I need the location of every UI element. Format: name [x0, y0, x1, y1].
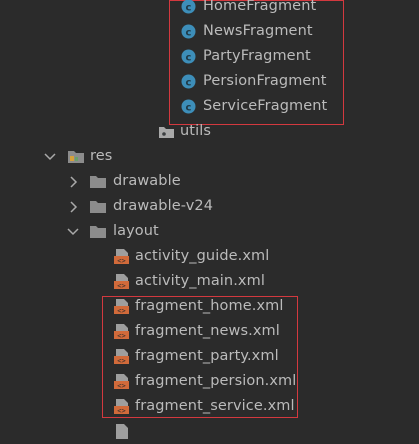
svg-text:<>: <> [117, 332, 125, 340]
chevron-down-icon[interactable] [43, 150, 57, 164]
svg-text:c: c [186, 3, 192, 14]
svg-text:c: c [186, 78, 192, 89]
tree-item-fragment-service-xml[interactable]: <> fragment_service.xml [0, 394, 419, 419]
folder-icon [89, 174, 107, 193]
svg-text:<>: <> [117, 407, 125, 415]
tree-item-fragment-home-xml[interactable]: <> fragment_home.xml [0, 294, 419, 319]
tree-item-news-fragment[interactable]: c NewsFragment [0, 19, 419, 44]
tree-item-label: activity_guide.xml [135, 248, 270, 264]
tree-item-res[interactable]: res [0, 144, 419, 169]
layout-xml-icon: <> [113, 298, 130, 319]
tree-item-drawable[interactable]: drawable [0, 169, 419, 194]
layout-xml-icon: <> [113, 248, 130, 269]
svg-text:<>: <> [117, 357, 125, 365]
svg-text:<>: <> [117, 282, 125, 290]
folder-icon [89, 199, 107, 218]
package-icon [158, 124, 175, 143]
chevron-right-icon[interactable] [66, 175, 80, 189]
tree-item-fragment-persion-xml[interactable]: <> fragment_persion.xml [0, 369, 419, 394]
class-icon: c [181, 0, 196, 18]
layout-xml-icon: <> [113, 348, 130, 369]
svg-text:c: c [186, 28, 192, 39]
tree-item-label: fragment_service.xml [135, 398, 295, 414]
layout-xml-icon: <> [113, 398, 130, 419]
tree-item-activity-main-xml[interactable]: <> activity_main.xml [0, 269, 419, 294]
tree-item-label: drawable [113, 173, 181, 189]
tree-item-service-fragment[interactable]: c ServiceFragment [0, 94, 419, 119]
class-icon: c [181, 49, 196, 68]
class-icon: c [181, 24, 196, 43]
tree-item-fragment-news-xml[interactable]: <> fragment_news.xml [0, 319, 419, 344]
tree-item-label: utils [180, 123, 211, 139]
tree-item-label: fragment_party.xml [135, 348, 279, 364]
tree-item-home-fragment[interactable]: c HomeFragment [0, 0, 419, 19]
tree-item-utils[interactable]: utils [0, 119, 419, 144]
tree-item-persion-fragment[interactable]: c PersionFragment [0, 69, 419, 94]
tree-item-label: HomeFragment [203, 0, 317, 14]
svg-text:c: c [186, 53, 192, 64]
tree-item-label: layout [113, 223, 159, 239]
tree-item-label: PartyFragment [203, 48, 311, 64]
class-icon: c [181, 99, 196, 118]
tree-item-label: ServiceFragment [203, 98, 328, 114]
tree-item-party-fragment[interactable]: c PartyFragment [0, 44, 419, 69]
tree-item-layout[interactable]: layout [0, 219, 419, 244]
layout-xml-icon: <> [113, 323, 130, 344]
tree-item-label: NewsFragment [203, 23, 313, 39]
folder-icon [89, 224, 107, 243]
layout-xml-icon: <> [113, 373, 130, 394]
svg-text:c: c [186, 103, 192, 114]
svg-text:<>: <> [117, 307, 125, 315]
chevron-right-icon[interactable] [66, 200, 80, 214]
res-folder-icon [67, 149, 85, 168]
tree-item-drawable-v24[interactable]: drawable-v24 [0, 194, 419, 219]
tree-item-fragment-party-xml[interactable]: <> fragment_party.xml [0, 344, 419, 369]
tree-item-label: fragment_news.xml [135, 323, 280, 339]
chevron-down-icon[interactable] [66, 225, 80, 239]
tree-item-label: PersionFragment [203, 73, 327, 89]
tree-item-label: res [90, 148, 113, 164]
tree-item-label: fragment_persion.xml [135, 373, 297, 389]
layout-xml-icon [113, 423, 130, 444]
layout-xml-icon: <> [113, 273, 130, 294]
svg-text:<>: <> [117, 257, 125, 265]
class-icon: c [181, 74, 196, 93]
tree-item-label: fragment_home.xml [135, 298, 284, 314]
tree-item-activity-guide-xml[interactable]: <> activity_guide.xml [0, 244, 419, 269]
tree-item-label: activity_main.xml [135, 273, 265, 289]
tree-item-label: drawable-v24 [113, 198, 214, 214]
svg-text:<>: <> [117, 382, 125, 390]
tree-item-partial[interactable] [0, 419, 419, 444]
